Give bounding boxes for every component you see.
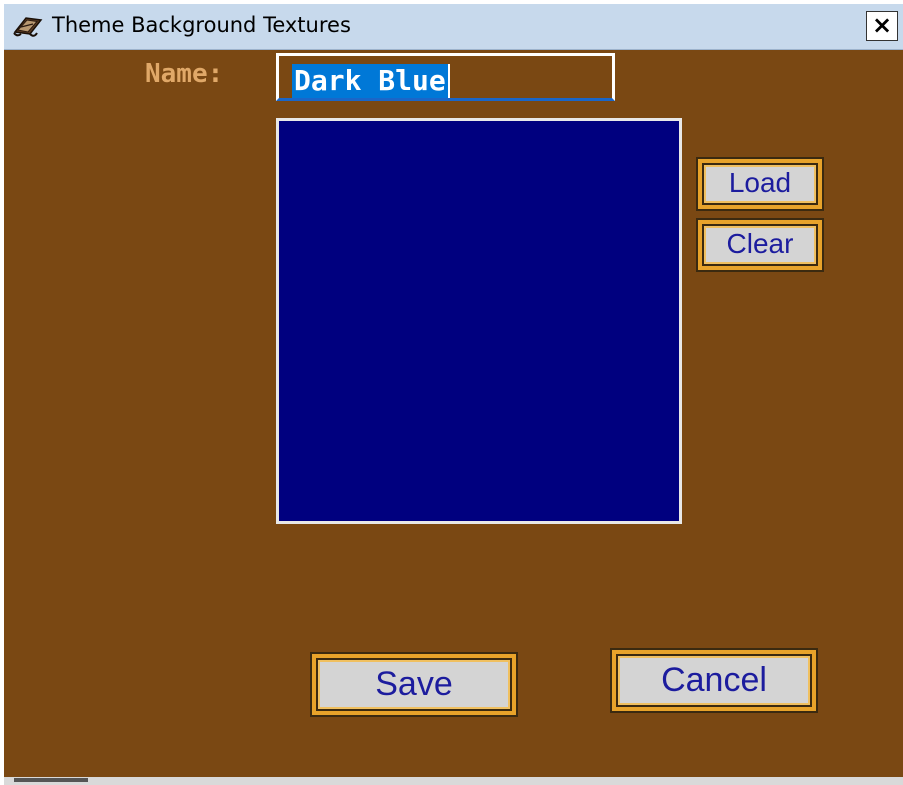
name-input-value: Dark Blue [292, 64, 448, 98]
theme-background-textures-window: Theme Background Textures × Name: Dark B… [4, 4, 903, 781]
clear-button[interactable]: Clear [698, 220, 822, 270]
scroll-icon [13, 17, 43, 37]
name-label: Name: [145, 59, 224, 89]
text-caret [447, 64, 450, 98]
bottom-edge-shadow [14, 778, 88, 782]
name-input[interactable]: Dark Blue [276, 53, 615, 101]
cancel-button[interactable]: Cancel [612, 650, 816, 711]
texture-preview [276, 118, 682, 524]
close-button[interactable]: × [866, 11, 898, 41]
window-title: Theme Background Textures [52, 13, 351, 37]
load-button[interactable]: Load [698, 159, 822, 209]
bottom-edge [4, 777, 903, 785]
close-icon: × [871, 11, 893, 39]
title-bar[interactable]: Theme Background Textures × [4, 4, 903, 50]
save-button[interactable]: Save [312, 654, 516, 715]
